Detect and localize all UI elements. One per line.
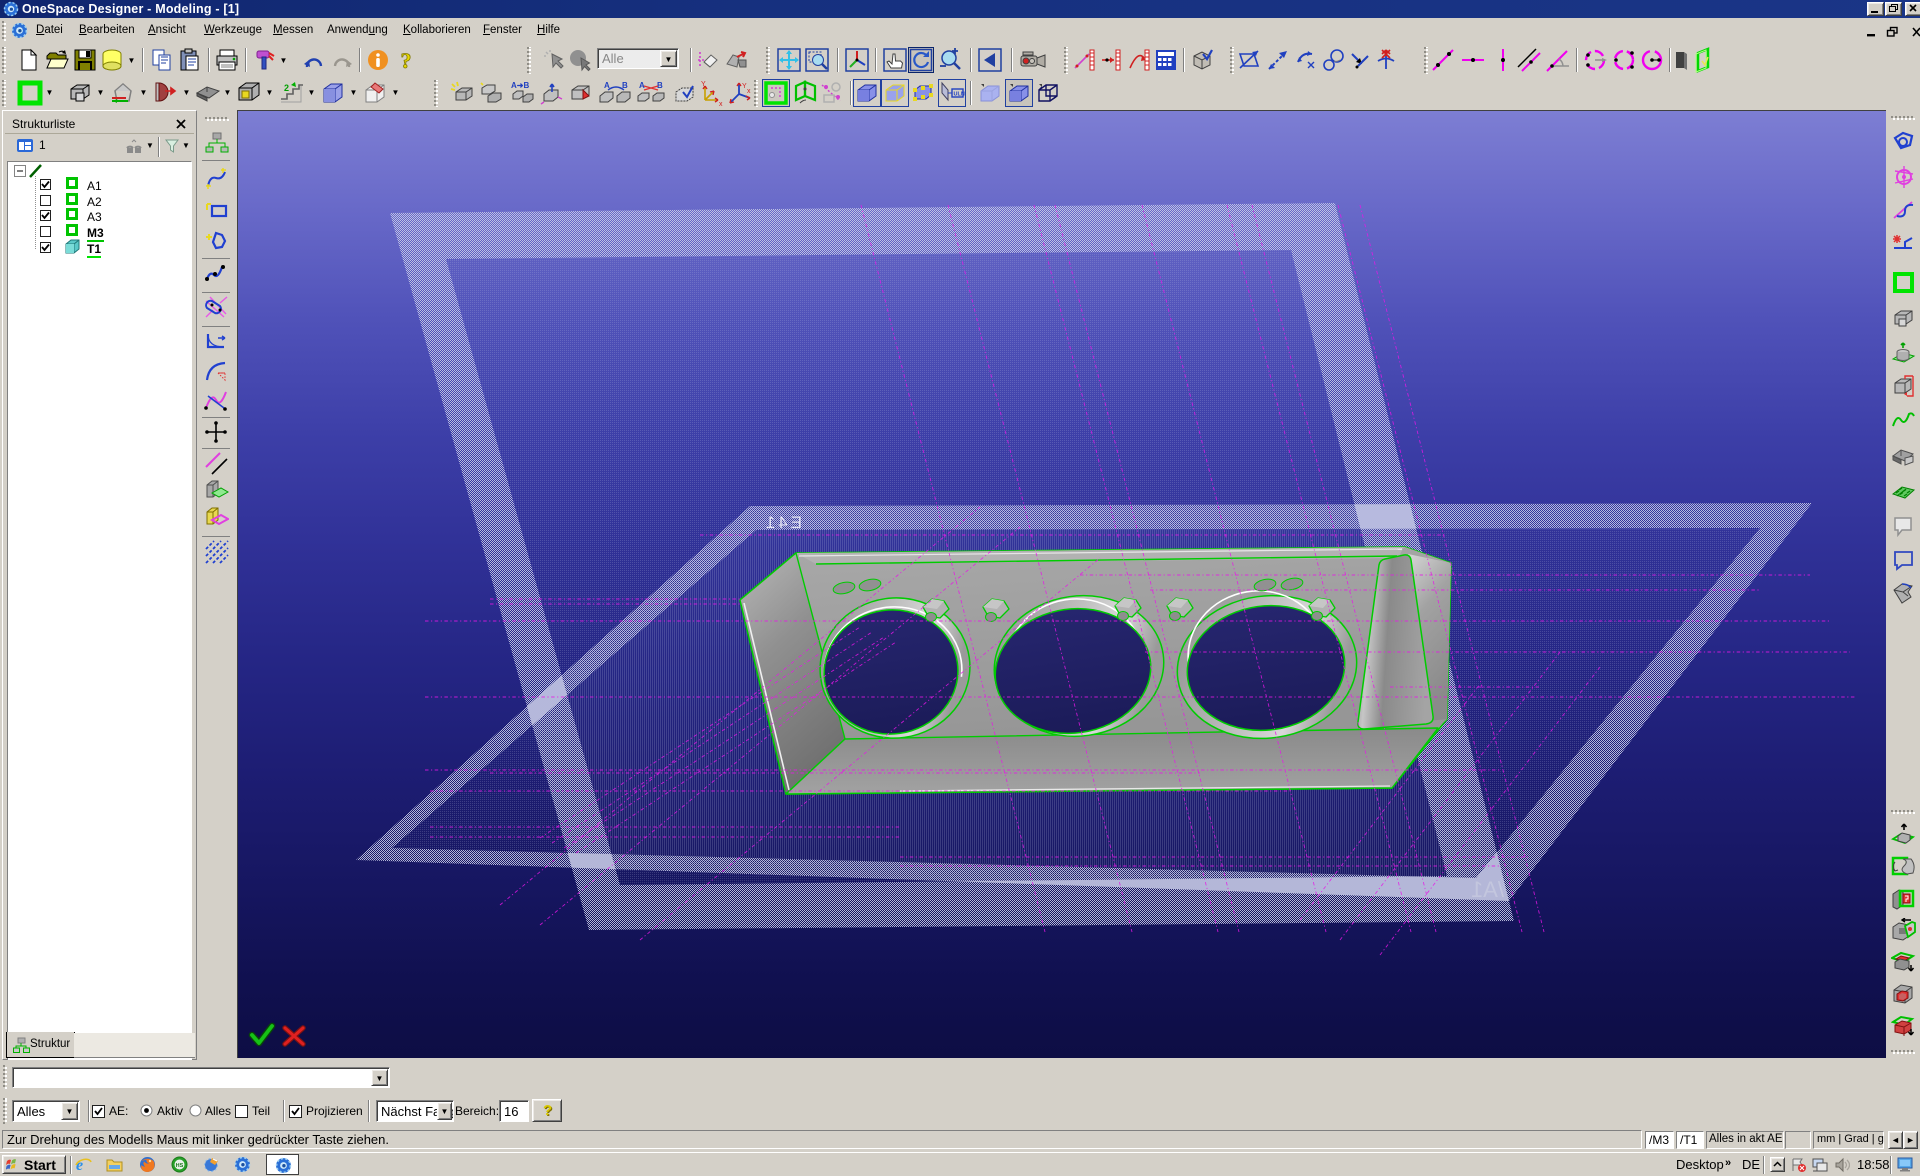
svg-text:E41: E41 [763,513,802,532]
svg-text:A➜B: A➜B [511,81,529,90]
svg-text:/A1: /A1 [1471,877,1504,902]
svg-text:ULN: ULN [954,92,965,98]
svg-text:HS: HS [176,1163,184,1169]
svg-text:x: x [747,88,751,95]
svg-text:Y: Y [701,81,706,88]
svg-text:B: B [657,81,663,90]
svg-text:2: 2 [284,83,289,93]
svg-text:?: ? [401,48,412,72]
svg-text:x: x [719,101,723,107]
svg-text:A: A [639,81,645,90]
